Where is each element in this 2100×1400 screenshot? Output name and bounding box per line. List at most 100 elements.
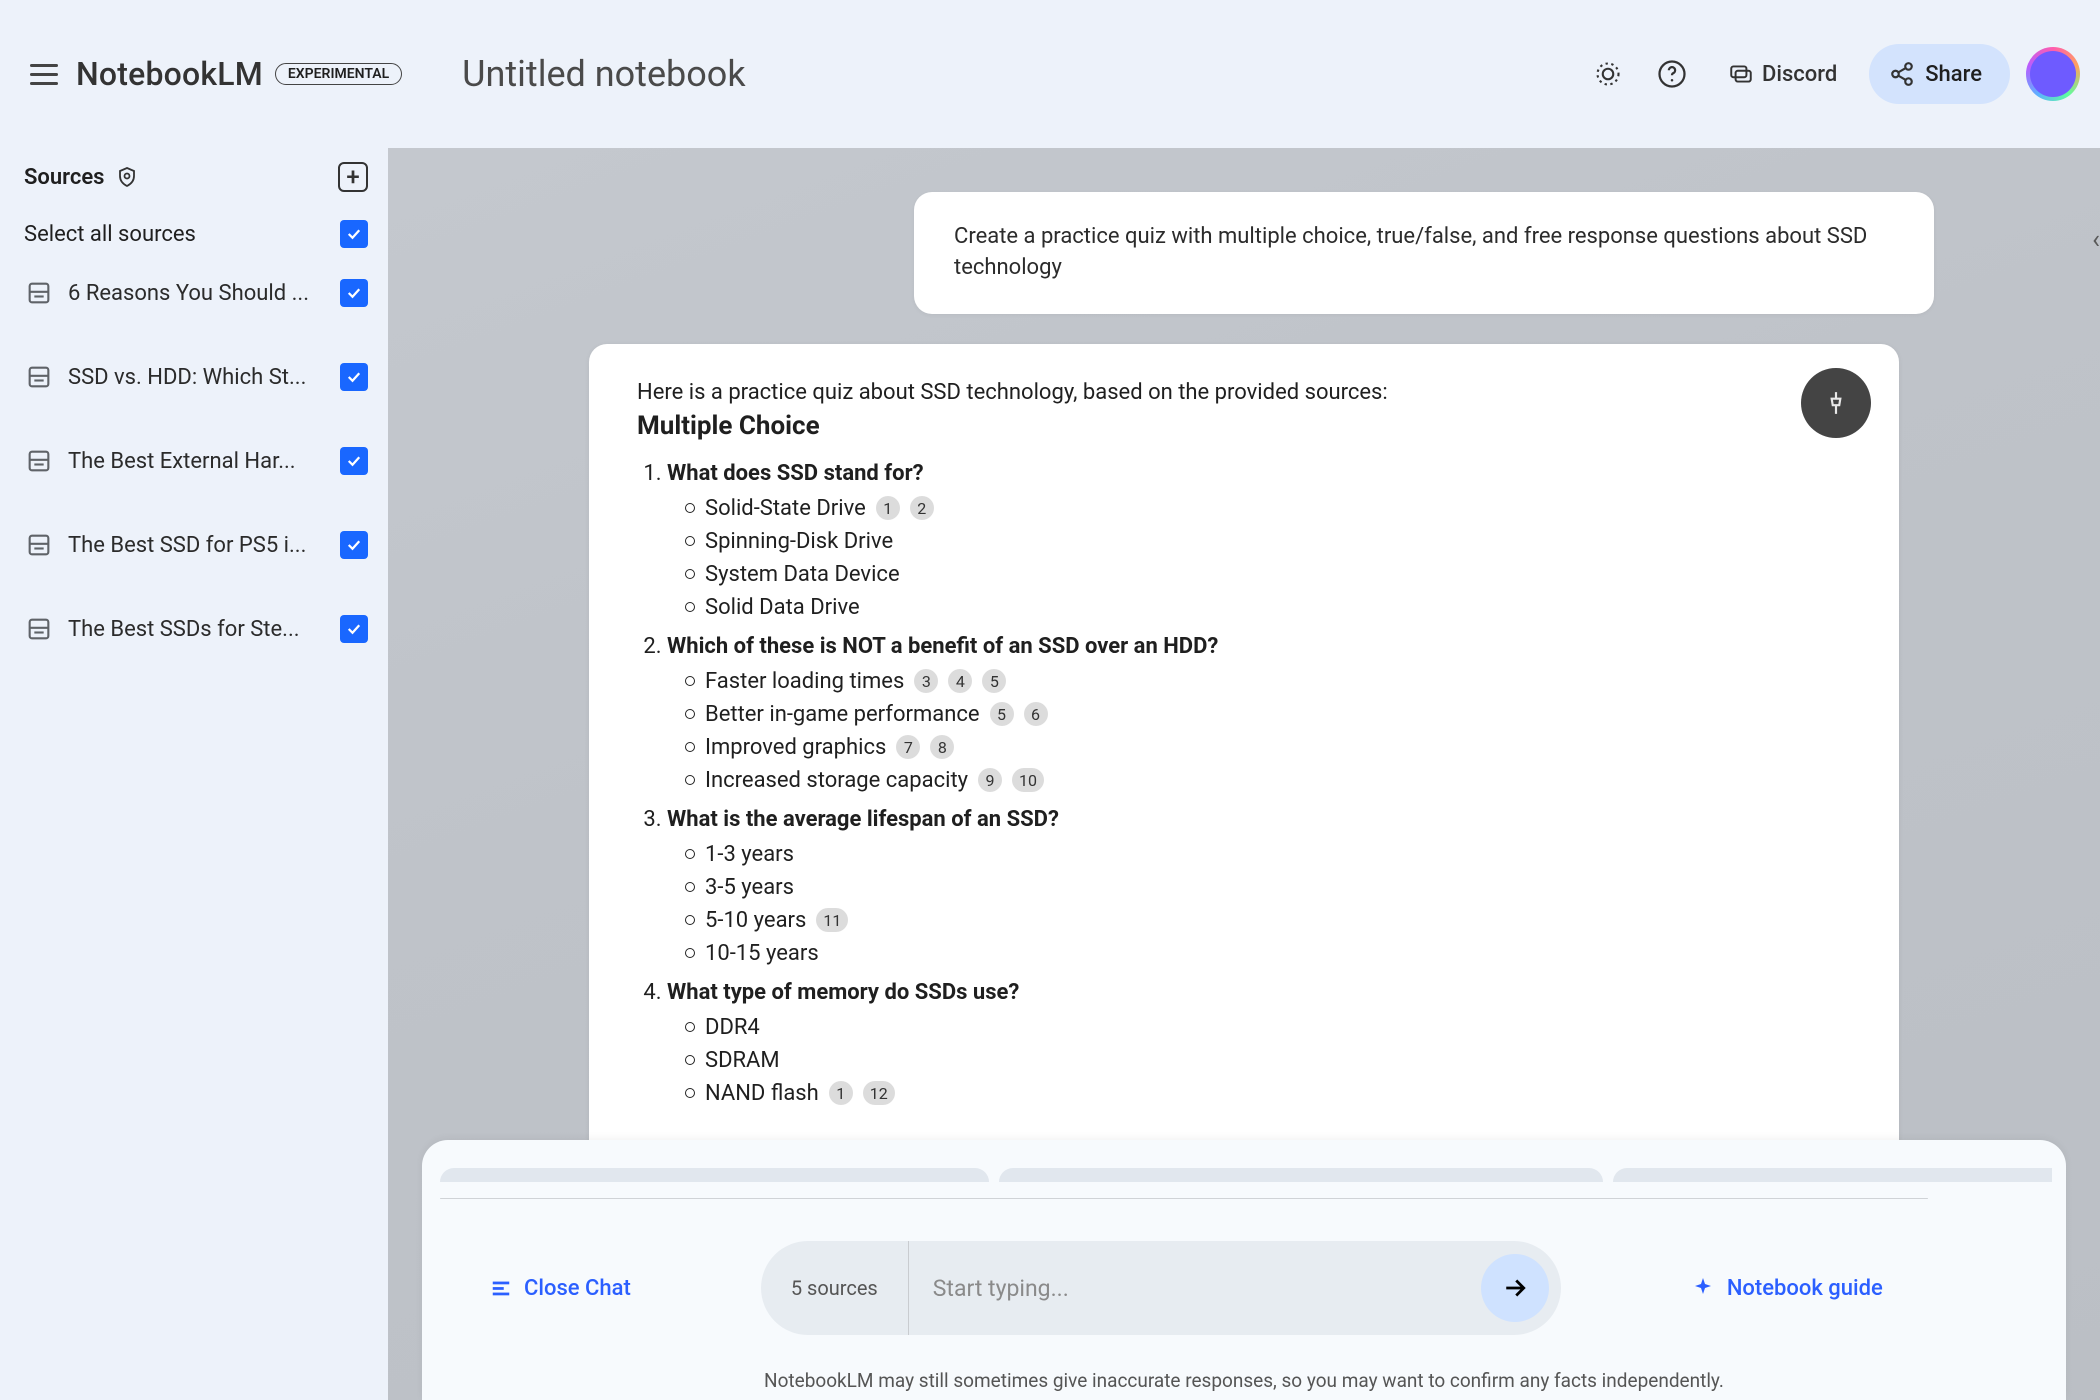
option-text: Solid-State Drive [705,496,866,521]
option-text: DDR4 [705,1015,760,1040]
experimental-pill: EXPERIMENTAL [275,63,402,85]
quiz-option: Improved graphics78 [685,735,1851,760]
radio-icon [685,709,695,719]
source-count[interactable]: 5 sources [761,1241,909,1335]
pin-button[interactable] [1801,368,1871,438]
assistant-intro: Here is a practice quiz about SSD techno… [637,380,1851,405]
quiz-option: Solid-State Drive 12 [685,496,1851,521]
radio-icon [685,849,695,859]
quiz-option: 3-5 years [685,875,1851,900]
quiz-option: DDR4 [685,1015,1851,1040]
close-chat-button[interactable]: Close Chat [490,1276,631,1301]
help-button[interactable] [1648,50,1696,98]
compose-panel: What are three advantages SSDs offer for… [422,1140,2066,1400]
citation-chip[interactable]: 12 [863,1081,895,1105]
share-icon [1889,61,1915,87]
source-checkbox[interactable] [340,447,368,475]
quiz-option: 10-15 years [685,941,1851,966]
citation-chip[interactable]: 3 [914,669,938,693]
sources-heading: Sources [24,165,105,190]
check-icon [345,225,363,243]
radio-icon [685,1088,695,1098]
top-actions: Discord Share [1584,44,2080,104]
discord-label: Discord [1762,62,1837,87]
quiz-option: Increased storage capacity910 [685,768,1851,793]
citation-chip[interactable]: 4 [948,669,972,693]
source-item[interactable]: The Best SSDs for Ste... [24,614,368,644]
notebook-title[interactable]: Untitled notebook [462,53,745,95]
help-icon [1657,59,1687,89]
shield-icon [115,165,139,189]
user-message-text: Create a practice quiz with multiple cho… [954,224,1867,280]
citation-chip[interactable]: 8 [930,735,954,759]
source-checkbox[interactable] [340,363,368,391]
notebook-guide-button[interactable]: Notebook guide [1691,1276,1883,1301]
quiz-option: NAND flash 1 12 [685,1081,1851,1106]
suggestion-chip[interactable]: What are three advantages SSDs offer for… [440,1168,989,1182]
send-button[interactable] [1481,1254,1549,1322]
question-text: What does SSD stand for? [667,461,1851,486]
logo: NotebookLM EXPERIMENTAL [76,55,402,93]
source-item[interactable]: 6 Reasons You Should ... [24,278,368,308]
assistant-section-title: Multiple Choice [637,411,1851,441]
source-checkbox[interactable] [340,531,368,559]
source-checkbox[interactable] [340,615,368,643]
share-button[interactable]: Share [1869,44,2010,104]
share-label: Share [1925,62,1982,87]
option-text: Solid Data Drive [705,595,860,620]
citation-chip[interactable]: 7 [896,735,920,759]
document-icon [24,446,54,476]
close-chat-label: Close Chat [524,1276,631,1301]
suggestion-chip[interactable]: How do SSDs and HDDs differ in data stor… [999,1168,1602,1182]
disclaimer: NotebookLM may still sometimes give inac… [436,1369,2052,1392]
radio-icon [685,948,695,958]
discord-button[interactable]: Discord [1712,50,1853,98]
citation-chip[interactable]: 1 [876,496,900,520]
document-icon [24,530,54,560]
radio-icon [685,536,695,546]
source-item[interactable]: SSD vs. HDD: Which St... [24,362,368,392]
question-text: What type of memory do SSDs use? [667,980,1851,1005]
source-name: The Best SSD for PS5 i... [68,533,326,558]
citation-chip[interactable]: 6 [1024,702,1048,726]
menu-icon [30,64,58,85]
suggestions-row: What are three advantages SSDs offer for… [436,1168,2052,1182]
suggestions-scrollbar[interactable] [440,1198,1928,1199]
radio-icon [685,1022,695,1032]
radio-icon [685,742,695,752]
quiz-option: SDRAM [685,1048,1851,1073]
option-text: SDRAM [705,1048,780,1073]
source-name: SSD vs. HDD: Which St... [68,365,326,390]
quiz-option: 1-3 years [685,842,1851,867]
source-item[interactable]: The Best SSD for PS5 i... [24,530,368,560]
citation-chip[interactable]: 5 [990,702,1014,726]
suggestion-chip[interactable]: Why might a consumer choose an HDD over … [1613,1168,2053,1182]
citation-chip[interactable]: 9 [978,768,1002,792]
menu-button[interactable] [20,50,68,98]
option-text: 5-10 years [705,908,806,933]
source-name: The Best SSDs for Ste... [68,617,326,642]
select-all-checkbox[interactable] [340,220,368,248]
theme-toggle[interactable] [1584,50,1632,98]
option-text: NAND flash [705,1081,819,1106]
check-icon [345,284,363,302]
radio-icon [685,503,695,513]
logo-text: NotebookLM [76,55,263,93]
quiz-question: What is the average lifespan of an SSD?1… [667,807,1851,966]
option-text: Better in-game performance [705,702,980,727]
citation-chip[interactable]: 5 [982,669,1006,693]
sparkle-icon [1691,1276,1715,1300]
topbar: NotebookLM EXPERIMENTAL Untitled noteboo… [0,0,2100,148]
citation-chip[interactable]: 2 [910,496,934,520]
citation-chip[interactable]: 10 [1012,768,1044,792]
document-icon [24,362,54,392]
user-message: Create a practice quiz with multiple cho… [914,192,1934,314]
add-source-button[interactable]: + [338,162,368,192]
compose-input[interactable]: Start typing... [909,1275,1481,1302]
source-item[interactable]: The Best External Har... [24,446,368,476]
avatar[interactable] [2026,47,2080,101]
citation-chip[interactable]: 11 [816,908,848,932]
source-checkbox[interactable] [340,279,368,307]
quiz-option: 5-10 years 11 [685,908,1851,933]
citation-chip[interactable]: 1 [829,1081,853,1105]
